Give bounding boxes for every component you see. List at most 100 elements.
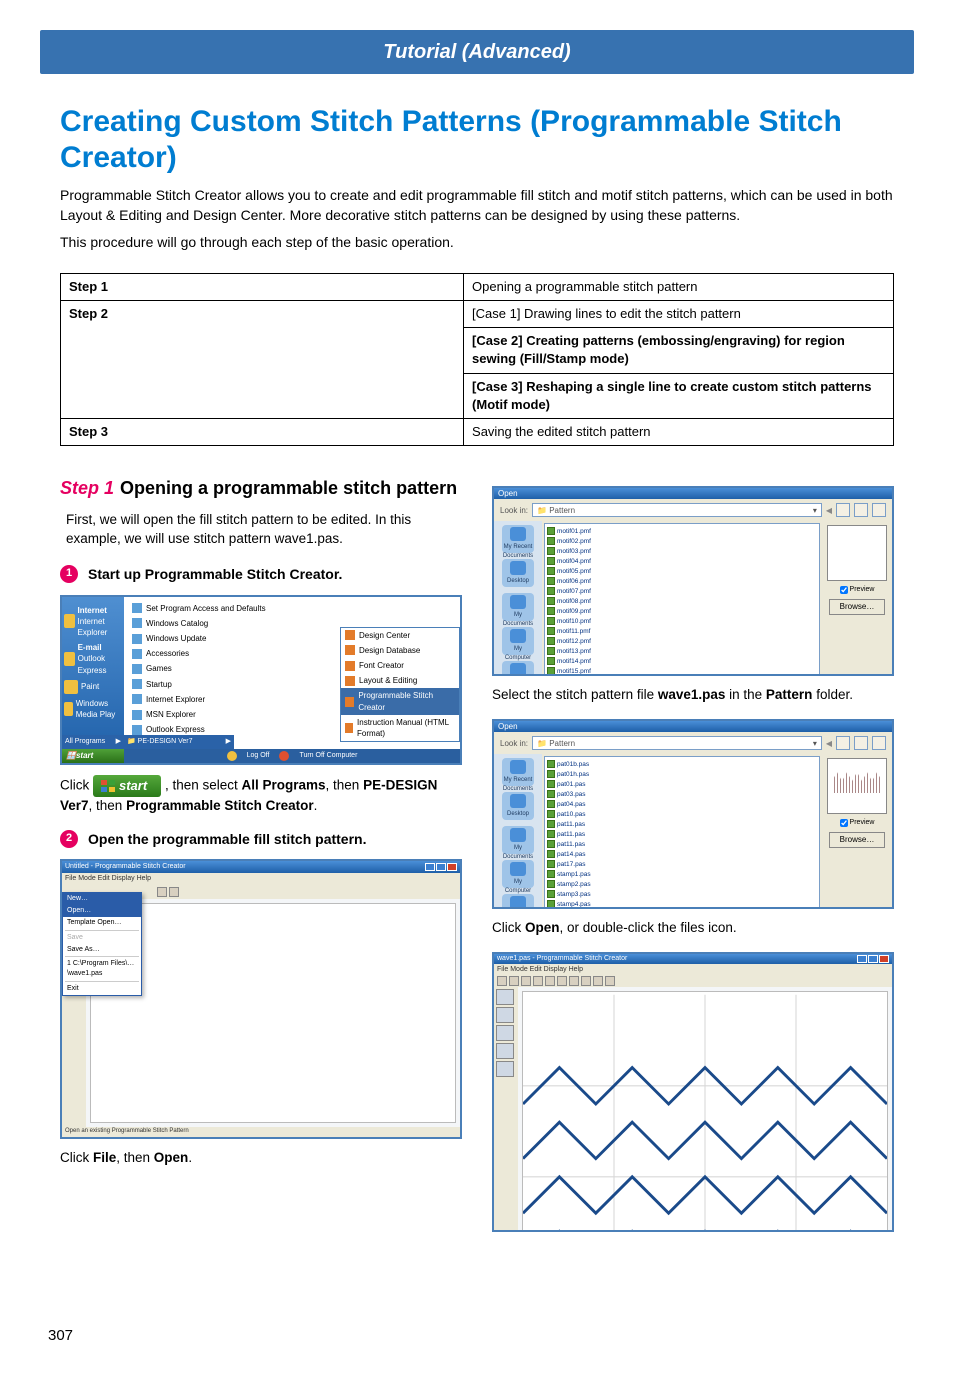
toolbar-icon[interactable] <box>569 976 579 986</box>
file-item[interactable]: pat04.pas <box>547 799 599 809</box>
file-list[interactable]: motif01.pmfmotif02.pmfmotif03.pmfmotif04… <box>544 523 820 676</box>
file-item[interactable]: pat01h.pas <box>547 769 599 779</box>
place-mycomp[interactable]: My Computer <box>502 860 534 888</box>
menu-item-psc[interactable]: Programmable Stitch Creator <box>341 688 459 714</box>
chevron-right-icon: ▶ <box>116 737 121 747</box>
tool-select-icon[interactable] <box>496 989 514 1005</box>
file-item[interactable]: motif07.pmf <box>547 586 599 596</box>
file-item[interactable]: motif14.pmf <box>547 656 599 666</box>
browse-button[interactable]: Browse… <box>829 832 885 848</box>
file-item[interactable]: motif03.pmf <box>547 546 599 556</box>
views-icon[interactable] <box>872 503 886 517</box>
intro-1: Programmable Stitch Creator allows you t… <box>60 186 894 225</box>
file-item[interactable]: pat11.pas <box>547 819 599 829</box>
newfolder-icon[interactable] <box>854 736 868 750</box>
toolbar-icon[interactable] <box>581 976 591 986</box>
toolbar-icon[interactable] <box>605 976 615 986</box>
tool-stamp-icon[interactable] <box>496 1043 514 1059</box>
file-item[interactable]: motif05.pmf <box>547 566 599 576</box>
file-item[interactable]: motif15.pmf <box>547 666 599 676</box>
place-network[interactable]: My Network Places <box>502 894 534 909</box>
preview-checkbox[interactable]: Preview <box>840 818 875 828</box>
place-mycomp[interactable]: My Computer <box>502 627 534 655</box>
minimize-icon[interactable] <box>425 863 435 871</box>
toolbar-icon[interactable] <box>533 976 543 986</box>
file-item[interactable]: stamp4.pas <box>547 899 599 909</box>
startmenu-pedesign-submenu: Design Center Design Database Font Creat… <box>340 627 460 743</box>
preview-checkbox[interactable]: Preview <box>840 585 875 595</box>
toolbar-icon[interactable] <box>497 976 507 986</box>
file-item[interactable]: pat11.pas <box>547 829 599 839</box>
tool-point-icon[interactable] <box>496 1007 514 1023</box>
menu-item-template[interactable]: Template Open… <box>63 917 141 929</box>
substep-2: 2 Open the programmable fill stitch patt… <box>60 830 462 850</box>
toolbar-icon[interactable] <box>545 976 555 986</box>
file-item[interactable]: motif09.pmf <box>547 606 599 616</box>
newfolder-icon[interactable] <box>854 503 868 517</box>
browse-button[interactable]: Browse… <box>829 599 885 615</box>
toolbar-icon[interactable] <box>557 976 567 986</box>
menu-item-recent[interactable]: 1 C:\Program Files\…\wave1.pas <box>63 958 141 980</box>
file-item[interactable]: motif10.pmf <box>547 616 599 626</box>
file-item[interactable]: motif06.pmf <box>547 576 599 586</box>
file-item[interactable]: stamp2.pas <box>547 879 599 889</box>
file-item[interactable]: pat14.pas <box>547 849 599 859</box>
logoff-icon[interactable] <box>227 751 237 761</box>
file-item[interactable]: motif11.pmf <box>547 626 599 636</box>
file-item[interactable]: pat17.pas <box>547 859 599 869</box>
substep-circle-2: 2 <box>60 830 78 848</box>
menu-item-exit[interactable]: Exit <box>63 983 141 995</box>
app-icon <box>345 630 355 640</box>
place-recent[interactable]: My Recent Documents <box>502 525 534 553</box>
maximize-icon[interactable] <box>436 863 446 871</box>
close-icon[interactable] <box>447 863 457 871</box>
tool-line-icon[interactable] <box>496 1025 514 1041</box>
canvas-area[interactable] <box>522 991 888 1231</box>
place-network[interactable]: My Network Places <box>502 661 534 676</box>
file-item[interactable]: pat11.pas <box>547 839 599 849</box>
file-item[interactable]: pat01.pas <box>547 779 599 789</box>
file-item[interactable]: motif08.pmf <box>547 596 599 606</box>
maximize-icon[interactable] <box>868 955 878 963</box>
file-item[interactable]: stamp1.pas <box>547 869 599 879</box>
views-icon[interactable] <box>872 736 886 750</box>
menu-item-save[interactable]: Save <box>63 932 141 944</box>
menu-item-saveas[interactable]: Save As… <box>63 944 141 956</box>
lookin-select[interactable]: 📁 Pattern ▾ <box>532 736 822 750</box>
file-item[interactable]: motif01.pmf <box>547 526 599 536</box>
start-button[interactable]: 🪟 start <box>62 749 124 763</box>
place-desktop[interactable]: Desktop <box>502 792 534 820</box>
pedesign-menu-item[interactable]: 📁 PE-DESIGN Ver7▶ <box>124 735 234 749</box>
file-item[interactable]: pat03.pas <box>547 789 599 799</box>
file-item[interactable]: motif04.pmf <box>547 556 599 566</box>
toolbar-icon[interactable] <box>509 976 519 986</box>
menubar[interactable]: File Mode Edit Display Help <box>494 964 892 976</box>
lookin-select[interactable]: 📁 Pattern ▾ <box>532 503 822 517</box>
up-icon[interactable] <box>836 503 850 517</box>
canvas-area[interactable] <box>90 903 456 1123</box>
toolbar-icon[interactable] <box>521 976 531 986</box>
up-icon[interactable] <box>836 736 850 750</box>
shutdown-icon[interactable] <box>279 751 289 761</box>
close-icon[interactable] <box>879 955 889 963</box>
toolbar-icon[interactable] <box>169 887 179 897</box>
toolbar-icon[interactable] <box>157 887 167 897</box>
place-desktop[interactable]: Desktop <box>502 559 534 587</box>
allprograms-button[interactable]: All Programs▶ <box>62 735 124 749</box>
place-recent[interactable]: My Recent Documents <box>502 758 534 786</box>
tool-stamp2-icon[interactable] <box>496 1061 514 1077</box>
file-item[interactable]: stamp3.pas <box>547 889 599 899</box>
file-item[interactable]: motif02.pmf <box>547 536 599 546</box>
file-list[interactable]: pat01b.paspat01h.paspat01.paspat03.paspa… <box>544 756 820 909</box>
file-item[interactable]: motif13.pmf <box>547 646 599 656</box>
menu-item-open[interactable]: Open… <box>63 905 141 917</box>
menu-item-new[interactable]: New… <box>63 893 141 905</box>
menubar[interactable]: File Mode Edit Display Help <box>62 873 460 885</box>
file-item[interactable]: pat01b.pas <box>547 759 599 769</box>
minimize-icon[interactable] <box>857 955 867 963</box>
place-mydocs[interactable]: My Documents <box>502 826 534 854</box>
file-item[interactable]: pat10.pas <box>547 809 599 819</box>
file-item[interactable]: motif12.pmf <box>547 636 599 646</box>
place-mydocs[interactable]: My Documents <box>502 593 534 621</box>
toolbar-icon[interactable] <box>593 976 603 986</box>
